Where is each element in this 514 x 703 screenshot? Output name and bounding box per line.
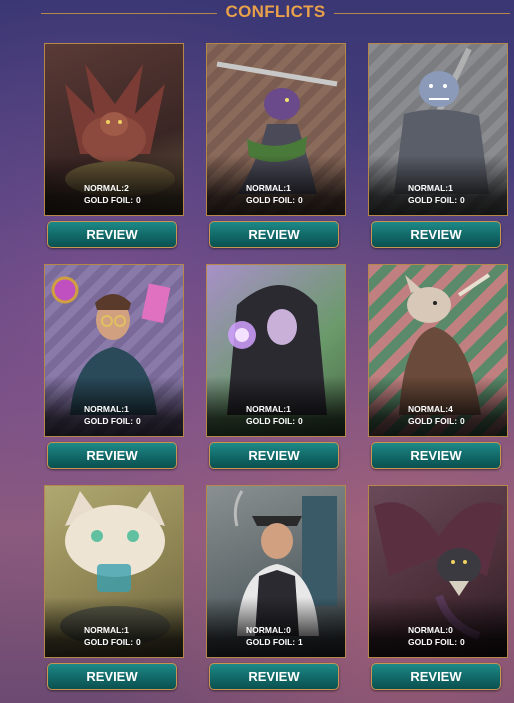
card-stats: NORMAL: 0 GOLD FOIL: 0 [408, 624, 504, 648]
gold-foil-count: 0 [460, 637, 465, 647]
gold-foil-count: 0 [298, 416, 303, 426]
review-button[interactable]: REVIEW [371, 663, 501, 690]
card-stats: NORMAL: 1 GOLD FOIL: 0 [84, 624, 180, 648]
card-stats: NORMAL: 1 GOLD FOIL: 0 [246, 182, 342, 206]
gold-foil-label: GOLD FOIL: [84, 195, 134, 205]
card-tile: NORMAL: 4 GOLD FOIL: 0 REVIEW [368, 264, 508, 478]
normal-label: NORMAL: [408, 183, 449, 193]
gold-foil-label: GOLD FOIL: [84, 416, 134, 426]
gold-foil-count: 0 [136, 195, 141, 205]
card-stats: NORMAL: 0 GOLD FOIL: 1 [246, 624, 342, 648]
review-button[interactable]: REVIEW [209, 221, 339, 248]
card-tile: NORMAL: 2 GOLD FOIL: 0 REVIEW [44, 43, 184, 257]
review-button[interactable]: REVIEW [209, 442, 339, 469]
card-stats: NORMAL: 2 GOLD FOIL: 0 [84, 182, 180, 206]
card-tile: NORMAL: 1 GOLD FOIL: 0 REVIEW [44, 264, 184, 478]
gold-foil-count: 0 [136, 416, 141, 426]
section-title: CONFLICTS [225, 2, 326, 21]
card-tile: NORMAL: 1 GOLD FOIL: 0 REVIEW [206, 43, 346, 257]
section-header: CONFLICTS [0, 0, 514, 28]
review-button[interactable]: REVIEW [47, 221, 177, 248]
card-stats: NORMAL: 4 GOLD FOIL: 0 [408, 403, 504, 427]
card-stats: NORMAL: 1 GOLD FOIL: 0 [84, 403, 180, 427]
normal-label: NORMAL: [84, 625, 125, 635]
gold-foil-count: 0 [460, 416, 465, 426]
gold-foil-label: GOLD FOIL: [408, 195, 458, 205]
card-tile: NORMAL: 1 GOLD FOIL: 0 REVIEW [206, 264, 346, 478]
normal-count: 1 [448, 183, 453, 193]
review-button[interactable]: REVIEW [371, 442, 501, 469]
normal-count: 2 [124, 183, 129, 193]
normal-count: 0 [448, 625, 453, 635]
normal-label: NORMAL: [246, 183, 287, 193]
review-button[interactable]: REVIEW [47, 663, 177, 690]
gold-foil-label: GOLD FOIL: [84, 637, 134, 647]
gold-foil-label: GOLD FOIL: [246, 416, 296, 426]
normal-label: NORMAL: [408, 625, 449, 635]
gold-foil-label: GOLD FOIL: [408, 416, 458, 426]
normal-count: 1 [124, 404, 129, 414]
card-tile: NORMAL: 0 GOLD FOIL: 1 REVIEW [206, 485, 346, 699]
review-button[interactable]: REVIEW [47, 442, 177, 469]
card-tile: NORMAL: 1 GOLD FOIL: 0 REVIEW [368, 43, 508, 257]
gold-foil-count: 0 [136, 637, 141, 647]
gold-foil-label: GOLD FOIL: [246, 637, 296, 647]
normal-label: NORMAL: [408, 404, 449, 414]
normal-count: 4 [448, 404, 453, 414]
normal-count: 1 [286, 404, 291, 414]
gold-foil-label: GOLD FOIL: [408, 637, 458, 647]
card-tile: NORMAL: 1 GOLD FOIL: 0 REVIEW [44, 485, 184, 699]
header-divider-left [41, 13, 217, 14]
normal-label: NORMAL: [246, 625, 287, 635]
header-divider-right [334, 13, 510, 14]
normal-label: NORMAL: [84, 183, 125, 193]
normal-count: 1 [286, 183, 291, 193]
card-tile: NORMAL: 0 GOLD FOIL: 0 REVIEW [368, 485, 508, 699]
normal-count: 1 [124, 625, 129, 635]
normal-label: NORMAL: [84, 404, 125, 414]
card-stats: NORMAL: 1 GOLD FOIL: 0 [408, 182, 504, 206]
gold-foil-count: 0 [460, 195, 465, 205]
normal-label: NORMAL: [246, 404, 287, 414]
normal-count: 0 [286, 625, 291, 635]
review-button[interactable]: REVIEW [209, 663, 339, 690]
review-button[interactable]: REVIEW [371, 221, 501, 248]
gold-foil-label: GOLD FOIL: [246, 195, 296, 205]
gold-foil-count: 1 [298, 637, 303, 647]
gold-foil-count: 0 [298, 195, 303, 205]
card-stats: NORMAL: 1 GOLD FOIL: 0 [246, 403, 342, 427]
